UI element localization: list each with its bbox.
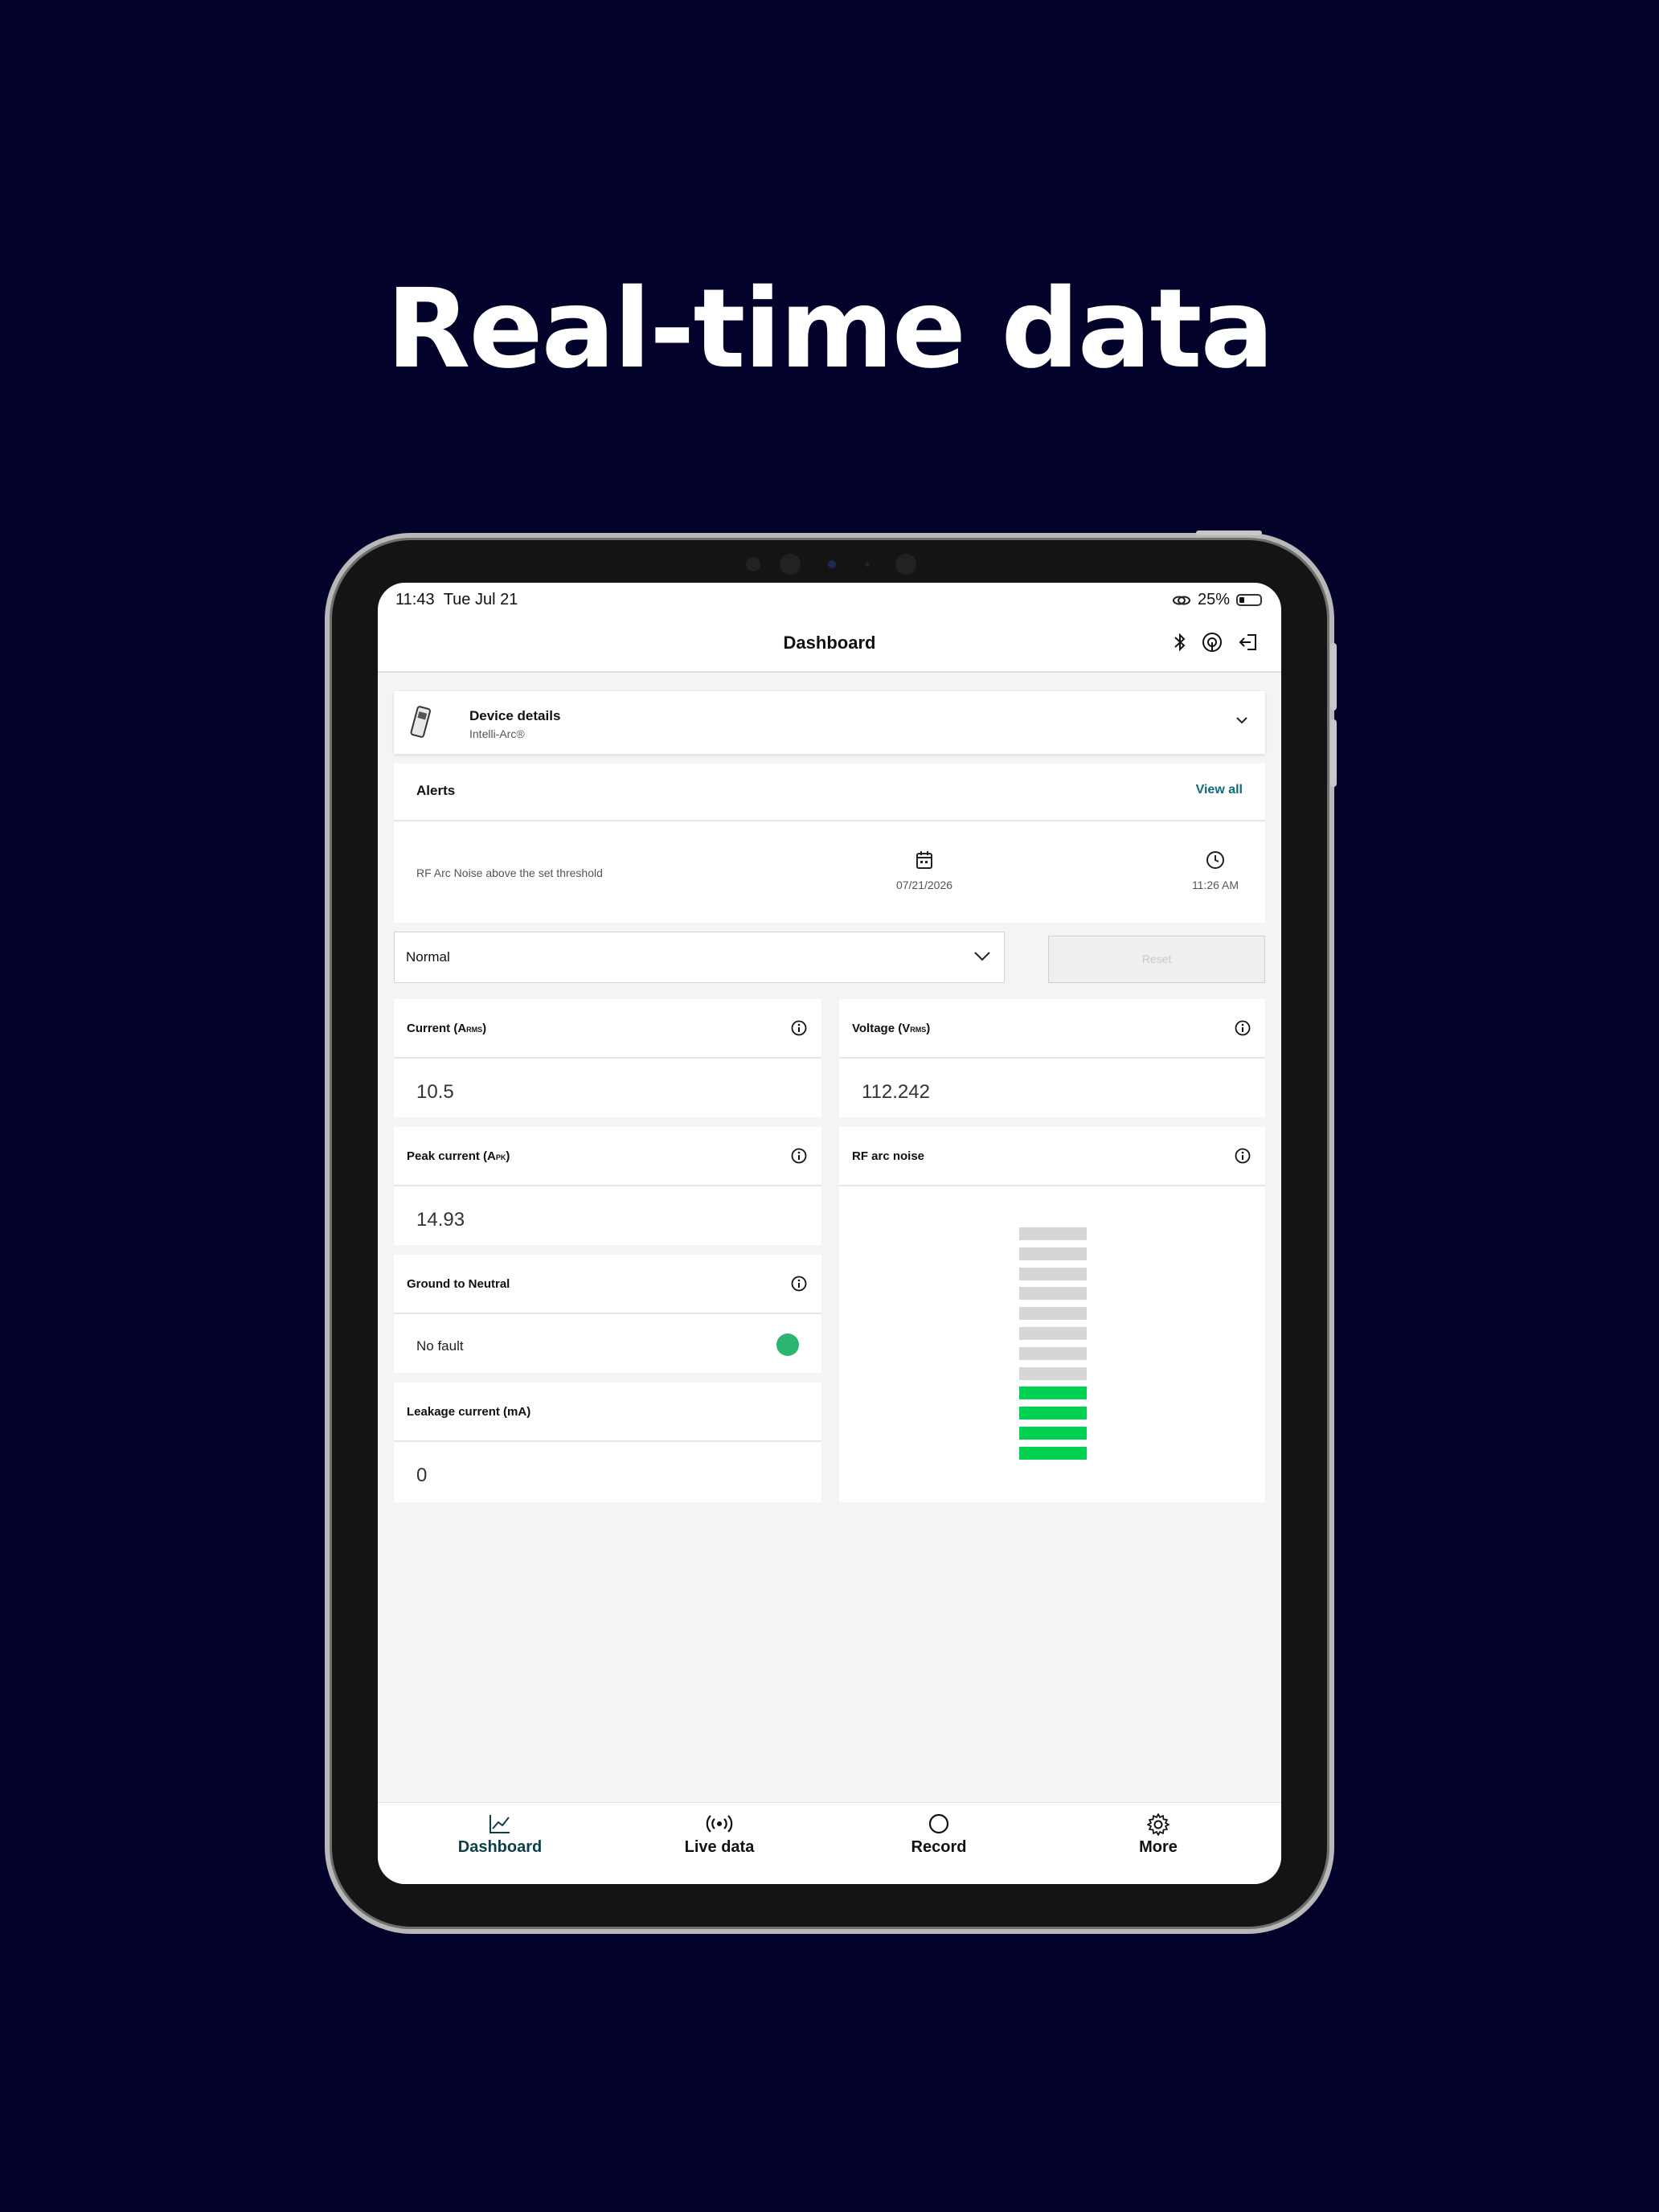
alerts-header: Alerts View all — [394, 764, 1265, 821]
device-details-title: Device details — [469, 708, 561, 723]
gear-icon — [1147, 1813, 1169, 1836]
rf-level-segment-active — [1019, 1387, 1087, 1400]
device-connection-icon[interactable] — [1201, 631, 1223, 653]
battery-icon — [1236, 594, 1262, 606]
chart-icon — [490, 1815, 510, 1833]
sensor-dot — [828, 560, 836, 568]
chevron-down-icon — [974, 952, 990, 961]
device-model: Intelli-Arc® — [469, 727, 525, 740]
calendar-icon — [916, 851, 932, 869]
peak-current-header: Peak current (APK) — [394, 1127, 821, 1186]
alert-message: RF Arc Noise above the set threshold — [416, 866, 603, 879]
rf-level-meter — [1019, 1227, 1087, 1467]
marketing-headline: Real-time data — [386, 266, 1275, 393]
current-header: Current (ARMS) — [394, 999, 821, 1059]
status-time: 11:43 Tue Jul 21 — [395, 591, 518, 608]
rf-level-segment-active — [1019, 1407, 1087, 1420]
rf-level-segment — [1019, 1287, 1087, 1301]
peak-current-title: Peak current (APK) — [407, 1149, 510, 1163]
info-icon[interactable] — [791, 1020, 807, 1036]
battery-percent: 25% — [1197, 591, 1230, 608]
nav-actions — [1174, 631, 1259, 653]
logout-icon[interactable] — [1238, 632, 1259, 653]
rf-level-segment — [1019, 1267, 1087, 1280]
camera-lens — [895, 554, 916, 575]
leakage-current-card: Leakage current (mA) 0 — [394, 1382, 821, 1502]
rf-level-segment — [1019, 1247, 1087, 1260]
voltage-value: 112.242 — [862, 1081, 930, 1103]
broadcast-icon — [706, 1815, 733, 1833]
mode-select-value: Normal — [406, 949, 450, 965]
tab-more[interactable]: More — [1094, 1813, 1223, 1857]
alert-time: 11:26 AM — [1183, 850, 1247, 891]
ground-neutral-header: Ground to Neutral — [394, 1255, 821, 1314]
ground-neutral-card: Ground to Neutral No fault — [394, 1255, 821, 1373]
rf-level-segment — [1019, 1326, 1087, 1340]
mode-select[interactable]: Normal — [394, 932, 1005, 983]
leakage-current-title: Leakage current (mA) — [407, 1405, 531, 1419]
alerts-title: Alerts — [416, 783, 456, 798]
voltage-header: Voltage (VRMS) — [839, 999, 1265, 1059]
reset-button[interactable]: Reset — [1048, 936, 1265, 983]
clock-icon — [1206, 851, 1224, 869]
rf-level-segment — [1019, 1307, 1087, 1321]
rf-arc-noise-header: RF arc noise — [839, 1127, 1265, 1186]
current-card: Current (ARMS) 10.5 — [394, 999, 821, 1117]
page-title: Dashboard — [783, 633, 876, 653]
rf-arc-noise-title: RF arc noise — [852, 1149, 925, 1163]
info-icon[interactable] — [791, 1148, 807, 1164]
info-icon[interactable] — [1235, 1020, 1251, 1036]
bluetooth-icon[interactable] — [1174, 632, 1186, 653]
sensor-dot — [865, 562, 870, 567]
info-icon[interactable] — [791, 1276, 807, 1292]
volume-button — [1330, 643, 1337, 711]
tab-dashboard[interactable]: Dashboard — [436, 1813, 564, 1857]
rf-arc-noise-card: RF arc noise — [839, 1127, 1265, 1502]
rf-level-segment-active — [1019, 1426, 1087, 1440]
leakage-current-header: Leakage current (mA) — [394, 1382, 821, 1442]
alert-date: 07/21/2026 — [884, 850, 965, 891]
ground-neutral-status: No fault — [416, 1338, 464, 1354]
camera-lens — [780, 554, 801, 575]
record-icon — [928, 1813, 949, 1834]
device-image — [410, 706, 431, 738]
tab-bar: Dashboard Live data Record More — [378, 1802, 1281, 1884]
rf-level-segment — [1019, 1227, 1087, 1240]
ground-neutral-title: Ground to Neutral — [407, 1277, 510, 1291]
status-right: 25% — [1172, 591, 1262, 609]
tab-live-data[interactable]: Live data — [655, 1813, 784, 1857]
rf-level-segment — [1019, 1366, 1087, 1380]
rf-meter-area — [839, 1186, 1265, 1502]
peak-current-card: Peak current (APK) 14.93 — [394, 1127, 821, 1245]
volume-button — [1330, 719, 1337, 787]
peak-current-value: 14.93 — [416, 1209, 465, 1231]
status-indicator — [776, 1333, 799, 1356]
leakage-current-value: 0 — [416, 1464, 428, 1486]
power-button — [1196, 530, 1262, 535]
alerts-card: Alerts View all RF Arc Noise above the s… — [394, 764, 1265, 923]
chevron-down-icon[interactable] — [1235, 715, 1249, 725]
status-bar: 11:43 Tue Jul 21 25% — [378, 583, 1281, 616]
info-icon[interactable] — [1235, 1148, 1251, 1164]
rf-level-segment — [1019, 1346, 1087, 1360]
voltage-title: Voltage (VRMS) — [852, 1022, 931, 1035]
nav-bar: Dashboard — [378, 616, 1281, 673]
tab-record[interactable]: Record — [875, 1813, 1003, 1857]
rf-level-segment-active — [1019, 1446, 1087, 1460]
device-details-card[interactable]: Device details Intelli-Arc® — [394, 691, 1265, 754]
sensor-dot — [746, 557, 760, 571]
voltage-card: Voltage (VRMS) 112.242 — [839, 999, 1265, 1117]
current-title: Current (ARMS) — [407, 1022, 487, 1035]
app-screen: 11:43 Tue Jul 21 25% Dashboard Device de… — [378, 583, 1281, 1884]
current-value: 10.5 — [416, 1081, 454, 1103]
link-icon — [1172, 596, 1190, 604]
view-all-link[interactable]: View all — [1196, 783, 1243, 797]
